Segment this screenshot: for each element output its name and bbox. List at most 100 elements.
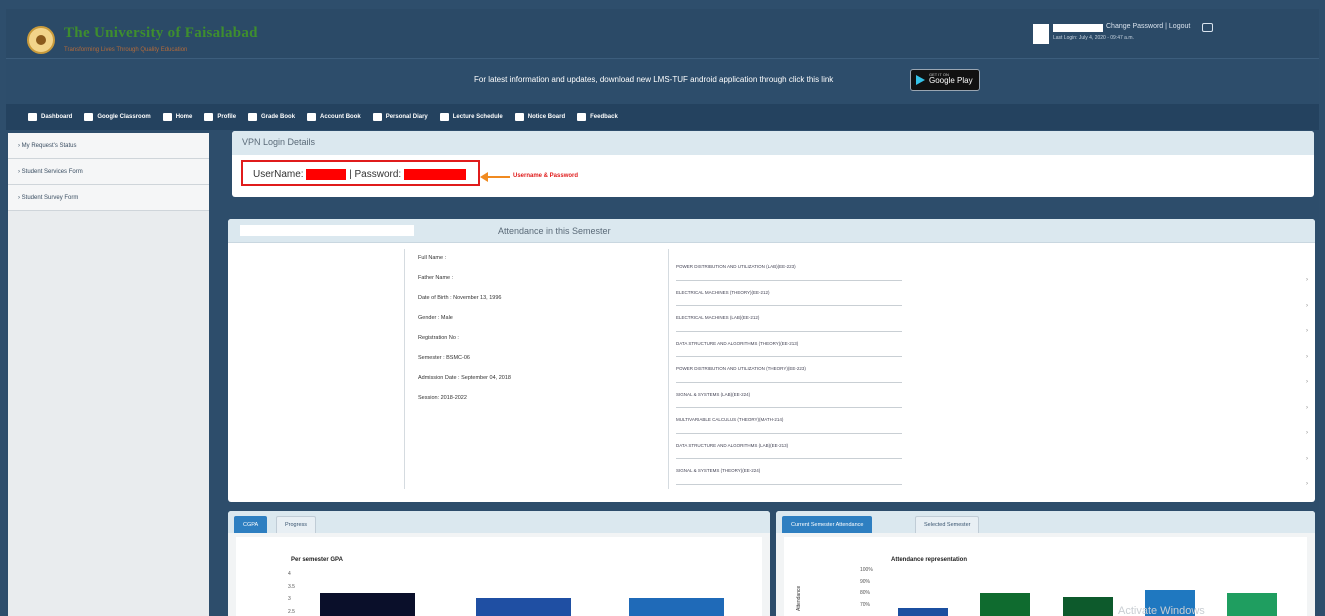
- user-links[interactable]: Change Password | Logout: [1106, 23, 1190, 30]
- course-row[interactable]: SIGNAL & SYSTEMS (LAB)(EE-224): [676, 383, 902, 408]
- google-play-button[interactable]: GET IT ON Google Play: [910, 69, 980, 91]
- gpa-tabs: CGPA Progress: [228, 511, 770, 533]
- sidebar-item-2[interactable]: › Student Survey Form: [8, 185, 209, 211]
- attendance-bar[interactable]: [1063, 597, 1113, 616]
- pencil-icon: [248, 113, 258, 121]
- course-row[interactable]: ELECTRICAL MACHINES (LAB)(EE-212): [676, 306, 902, 332]
- username-label: UserName:: [253, 169, 304, 181]
- sidebar-item-1[interactable]: › Student Services Form: [8, 159, 209, 185]
- app-banner: For latest information and updates, down…: [6, 60, 1319, 104]
- gpa-bar[interactable]: [476, 598, 571, 616]
- student-info-line: Date of Birth : November 13, 1996: [418, 295, 502, 301]
- annotation-arrow-line: [486, 176, 510, 178]
- university-logo-icon[interactable]: [27, 26, 55, 54]
- nav-item-3[interactable]: Profile: [204, 113, 236, 121]
- student-info-line: Father Name :: [418, 275, 454, 281]
- google-icon: [84, 113, 94, 121]
- nav-item-label: Notice Board: [527, 114, 566, 120]
- nav-item-8[interactable]: Notice Board: [514, 113, 566, 121]
- attendance-chart-title: Attendance representation: [891, 557, 968, 563]
- row-chevron-icon: ›: [1306, 379, 1308, 385]
- course-row[interactable]: SIGNAL & SYSTEMS (THEORY)(EE-224): [676, 459, 902, 485]
- vpn-credentials-highlight: UserName: | Password:: [241, 160, 480, 186]
- student-info-line: Full Name :: [418, 255, 447, 261]
- nav-item-7[interactable]: Lecture Schedule: [439, 113, 503, 121]
- attendance-ytick: 90%: [860, 578, 871, 585]
- main-nav: Dashboard Google Classroom Home Profile Grad…: [6, 104, 1319, 130]
- tab-progress[interactable]: Progress: [276, 516, 317, 533]
- document-icon: [514, 113, 524, 121]
- course-row[interactable]: POWER DISTRIBUTION AND UTILIZATION (THEO…: [676, 357, 902, 383]
- gpa-bar[interactable]: [629, 598, 724, 616]
- calendar-icon: [439, 113, 449, 121]
- student-info: Full Name : Father Name : Date of Birth : …: [418, 255, 511, 415]
- course-row[interactable]: MULTIVARIABLE CALCULUS (THEORY)(MATH-214…: [676, 408, 902, 434]
- dashboard-icon: [28, 113, 37, 121]
- attendance-bar[interactable]: [980, 593, 1030, 616]
- attendance-title: Attendance in this Semester: [498, 226, 611, 236]
- attendance-ytick: 100%: [860, 567, 873, 573]
- gpa-panel: CGPA Progress Per semester GPA 4 3.5 3 2.5: [228, 511, 770, 616]
- course-row[interactable]: DATA STRUCTURE AND ALGORITHMS (LAB)(EE-2…: [676, 434, 902, 459]
- windows-watermark: Activate Windows: [1118, 605, 1205, 616]
- top-header: The University of Faisalabad Transformin…: [6, 9, 1319, 59]
- user-avatar: [1033, 24, 1049, 44]
- gpa-ytick: 4: [288, 571, 291, 577]
- nav-item-label: Dashboard: [41, 114, 73, 120]
- gpa-ytick: 2.5: [288, 608, 295, 615]
- attendance-panel-header: Attendance in this Semester: [228, 219, 1315, 243]
- nav-item-1[interactable]: Google Classroom: [84, 113, 151, 121]
- tab-selected-semester[interactable]: Selected Semester: [915, 516, 980, 533]
- attendance-chart: Attendance representation Attendance 100…: [784, 537, 1307, 616]
- row-chevron-icon: ›: [1306, 277, 1308, 283]
- university-subtitle: Transforming Lives Through Quality Educa…: [64, 47, 188, 53]
- vpn-panel-title: VPN Login Details: [232, 131, 1314, 155]
- course-row[interactable]: POWER DISTRIBUTION AND UTILIZATION (LAB)…: [676, 255, 902, 281]
- student-info-line: Session: 2018-2022: [418, 395, 467, 401]
- course-row[interactable]: DATA STRUCTURE AND ALGORITHMS (THEORY)(E…: [676, 332, 902, 357]
- gpa-chart: Per semester GPA 4 3.5 3 2.5: [236, 537, 762, 616]
- nav-item-label: Personal Diary: [385, 114, 428, 120]
- attendance-ytick: 70%: [860, 601, 871, 608]
- vpn-panel: VPN Login Details UserName: | Password: …: [232, 131, 1314, 197]
- attendance-chart-panel: Current Semester Attendance Selected Sem…: [776, 511, 1315, 616]
- attendance-bar[interactable]: [1227, 593, 1277, 616]
- user-name-redacted: [1053, 24, 1103, 32]
- student-info-line: Admission Date : September 04, 2018: [418, 375, 511, 381]
- student-info-line: Gender : Male: [418, 315, 453, 321]
- gpa-bar[interactable]: [320, 593, 415, 616]
- tab-cgpa[interactable]: CGPA: [234, 516, 268, 533]
- nav-item-2[interactable]: Home: [162, 113, 193, 121]
- last-login: Last Login: July 4, 2020 - 09:47 a.m.: [1053, 35, 1134, 41]
- row-chevron-icon: ›: [1306, 328, 1308, 334]
- username-redacted: [306, 169, 347, 180]
- sidebar-item-0[interactable]: › My Request's Status: [8, 133, 209, 159]
- course-list: POWER DISTRIBUTION AND UTILIZATION (LAB)…: [676, 255, 902, 485]
- document-icon: [577, 113, 587, 121]
- nav-item-6[interactable]: Personal Diary: [372, 113, 428, 121]
- play-store-icon: [916, 75, 925, 85]
- gpa-ytick: 3.5: [288, 583, 295, 590]
- tab-current-semester[interactable]: Current Semester Attendance: [782, 516, 873, 533]
- course-row[interactable]: ELECTRICAL MACHINES (THEORY)(EE-212): [676, 281, 902, 306]
- row-chevron-icon: ›: [1306, 404, 1308, 411]
- nav-item-5[interactable]: Account Book: [307, 113, 361, 121]
- nav-item-label: Home: [175, 114, 193, 120]
- divider: [404, 249, 405, 489]
- university-name[interactable]: The University of Faisalabad: [64, 25, 258, 42]
- row-chevron-icon: ›: [1306, 455, 1308, 462]
- nav-item-label: Profile: [217, 114, 237, 120]
- attendance-tabs: Current Semester Attendance Selected Sem…: [776, 511, 1315, 533]
- nav-item-label: Account Book: [320, 114, 361, 120]
- annotation-label: Username & Password: [513, 173, 579, 179]
- attendance-chart-ylabel: Attendance: [796, 585, 802, 611]
- nav-item-9[interactable]: Feedback: [577, 113, 618, 121]
- card-icon: [307, 113, 317, 121]
- sidebar: › My Request's Status › Student Services …: [8, 133, 209, 616]
- nav-item-4[interactable]: Grade Book: [248, 113, 295, 121]
- vpn-credentials: UserName: | Password:: [253, 169, 466, 180]
- attendance-bar[interactable]: [898, 608, 948, 616]
- page-frame: The University of Faisalabad Transformin…: [6, 9, 1319, 616]
- logout-icon[interactable]: [1202, 23, 1213, 32]
- nav-item-0[interactable]: Dashboard: [28, 113, 72, 121]
